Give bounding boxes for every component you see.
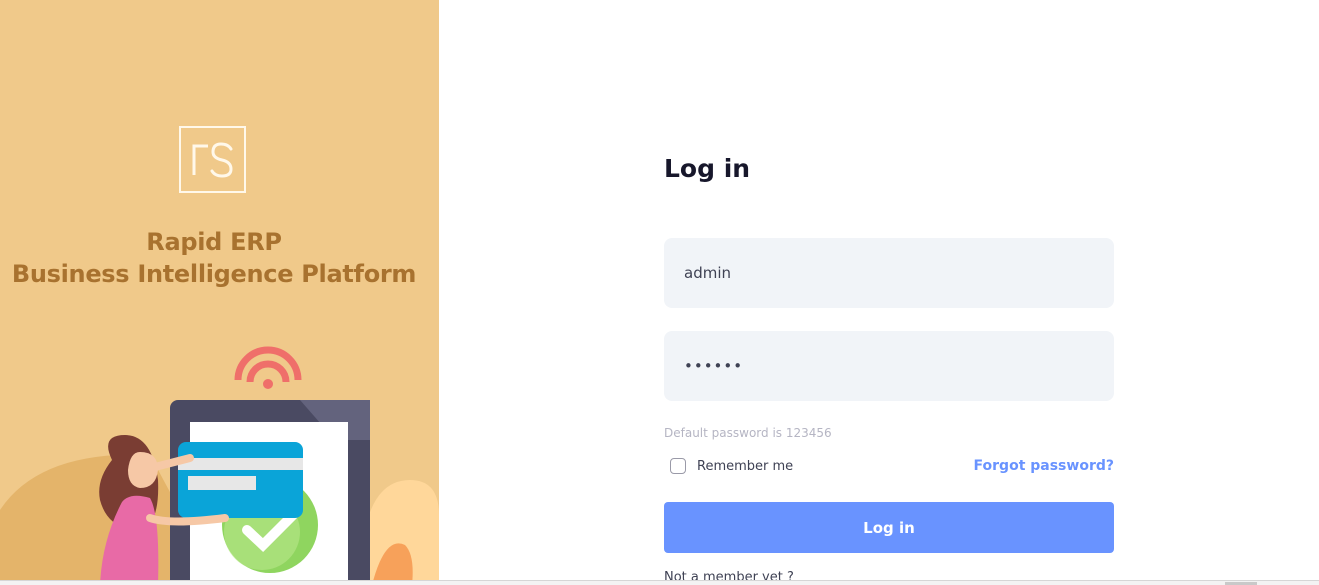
- remember-label: Remember me: [697, 458, 794, 474]
- brand-line-1: Rapid ERP: [146, 228, 282, 256]
- horizontal-scrollbar[interactable]: [0, 580, 1319, 585]
- remember-me[interactable]: Remember me: [670, 458, 793, 474]
- forgot-password-link[interactable]: Forgot password?: [974, 458, 1114, 474]
- brand-panel: Rapid ERP Business Intelligence Platform: [0, 0, 439, 580]
- login-title: Log in: [664, 154, 751, 183]
- password-input[interactable]: [664, 331, 1114, 401]
- login-button[interactable]: Log in: [664, 502, 1114, 553]
- brand-line-2: Business Intelligence Platform: [11, 260, 417, 288]
- brand-title: Rapid ERP Business Intelligence Platform: [0, 226, 428, 290]
- fs-logo-icon: [179, 126, 246, 193]
- username-input[interactable]: [664, 238, 1114, 308]
- password-hint: Default password is 123456: [664, 426, 832, 440]
- remember-checkbox[interactable]: [670, 458, 686, 474]
- payment-illustration: [0, 346, 439, 580]
